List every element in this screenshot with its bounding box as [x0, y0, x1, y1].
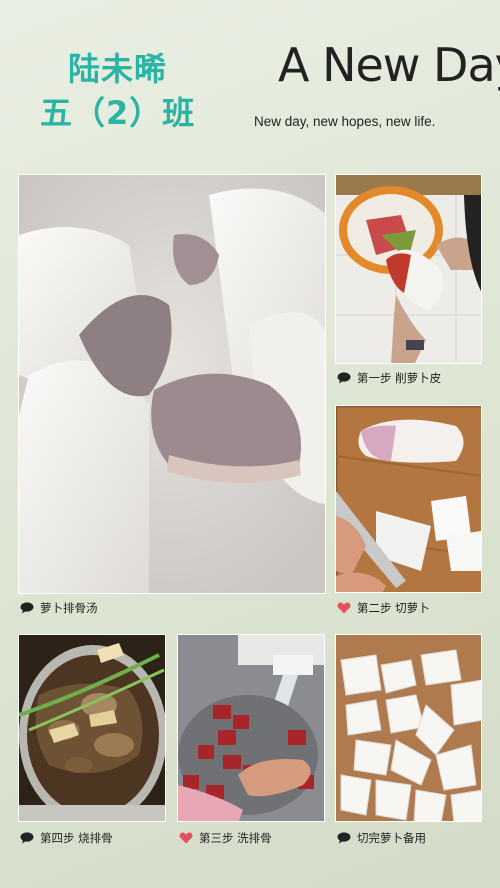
- caption-step3: 第三步 洗排骨: [179, 830, 272, 846]
- photo-radish-ready[interactable]: [335, 634, 482, 822]
- photo-rib-soup-image: [19, 175, 325, 593]
- caption-step2: 第二步 切萝卜: [337, 600, 430, 616]
- caption-step4: 第四步 烧排骨: [20, 830, 113, 846]
- photo-step3-wash[interactable]: [177, 634, 325, 822]
- class-name: 五（2）班: [40, 94, 196, 132]
- caption-rib-soup-text: 萝卜排骨汤: [40, 601, 98, 615]
- caption-radish-ready-text: 切完萝卜备用: [357, 831, 426, 845]
- caption-step1: 第一步 削萝卜皮: [337, 370, 441, 386]
- caption-step4-text: 第四步 烧排骨: [40, 831, 113, 845]
- caption-radish-ready: 切完萝卜备用: [337, 830, 426, 846]
- photo-step2-cut[interactable]: [335, 405, 482, 593]
- comment-icon: [337, 372, 351, 384]
- photo-step3-image: [178, 635, 324, 821]
- caption-rib-soup: 萝卜排骨汤: [20, 600, 98, 616]
- motto-text: New day, new hopes, new life.: [254, 114, 436, 129]
- student-name: 陆未晞: [68, 50, 168, 88]
- page: { "header": { "name": "陆未晞", "class_name…: [0, 0, 500, 888]
- comment-icon: [337, 832, 351, 844]
- heart-icon: [179, 832, 193, 844]
- caption-step3-text: 第三步 洗排骨: [199, 831, 272, 845]
- photo-step1-image: [336, 175, 481, 363]
- photo-rib-soup[interactable]: [18, 174, 326, 594]
- photo-step4-image: [19, 635, 165, 821]
- photo-step2-image: [336, 406, 481, 592]
- photo-step1-peel[interactable]: [335, 174, 482, 364]
- caption-step1-text: 第一步 削萝卜皮: [357, 371, 442, 385]
- comment-icon: [20, 602, 34, 614]
- heart-icon: [337, 602, 351, 614]
- photo-step4-cook[interactable]: [18, 634, 166, 822]
- page-title: A New Day: [278, 38, 500, 92]
- comment-icon: [20, 832, 34, 844]
- caption-step2-text: 第二步 切萝卜: [357, 601, 430, 615]
- photo-radish-ready-image: [336, 635, 481, 821]
